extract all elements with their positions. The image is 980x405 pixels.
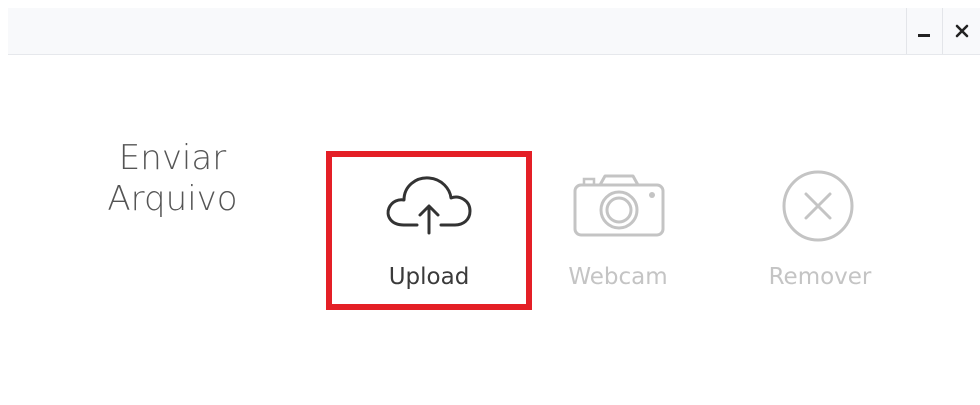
upload-label: Upload bbox=[388, 264, 470, 290]
cloud-upload-icon bbox=[386, 176, 472, 235]
camera-icon bbox=[573, 174, 665, 237]
prompt-line-1: Enviar bbox=[118, 138, 227, 178]
send-file-prompt: Enviar Arquivo bbox=[90, 138, 255, 220]
minimize-button[interactable] bbox=[906, 8, 941, 54]
close-icon bbox=[955, 24, 969, 38]
remove-label: Remover bbox=[768, 264, 872, 290]
title-bar bbox=[8, 8, 980, 55]
circle-x-icon bbox=[782, 170, 854, 242]
minimize-icon bbox=[918, 34, 930, 37]
webcam-label: Webcam bbox=[568, 264, 668, 290]
upload-dialog: Enviar Arquivo Upload Webcam Remover bbox=[0, 0, 980, 405]
prompt-line-2: Arquivo bbox=[107, 179, 238, 219]
close-button[interactable] bbox=[942, 8, 980, 54]
